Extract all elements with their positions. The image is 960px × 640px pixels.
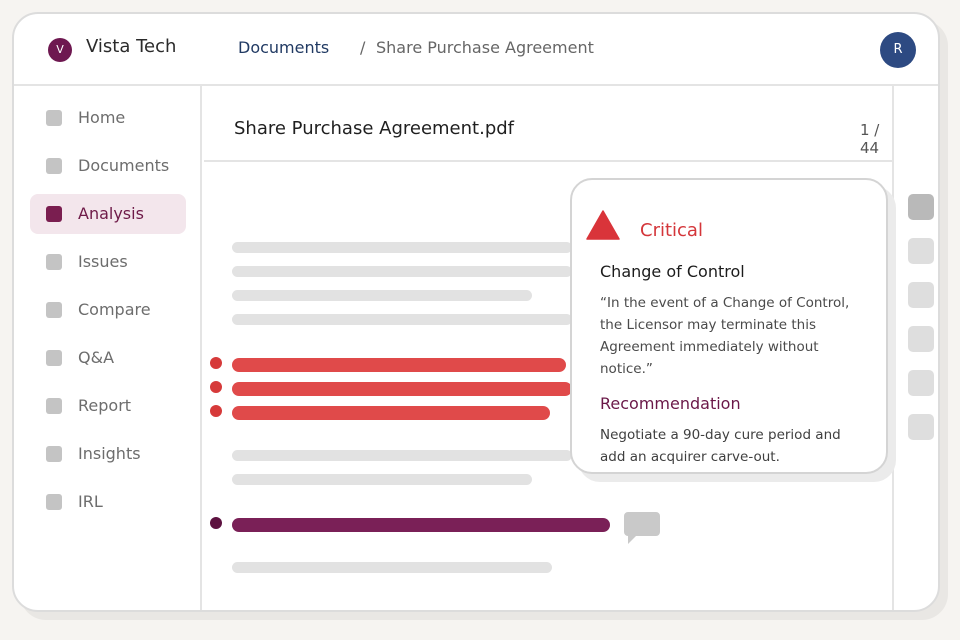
text-line <box>232 450 572 461</box>
comment-bubble-icon[interactable] <box>624 512 660 544</box>
sidebar-item-label: IRL <box>78 492 103 511</box>
critical-highlight[interactable] <box>232 358 566 372</box>
comment-marker[interactable] <box>210 517 222 529</box>
sidebar-item-issues[interactable]: Issues <box>30 242 186 282</box>
critical-highlight[interactable] <box>232 382 572 396</box>
page-thumbnail[interactable] <box>908 326 934 352</box>
qa-icon <box>46 350 62 366</box>
thumbnail-rail-divider <box>892 86 894 610</box>
page-thumbnail[interactable] <box>908 238 934 264</box>
analysis-icon <box>46 206 62 222</box>
page-thumbnail[interactable] <box>908 282 934 308</box>
brand-name: Vista Tech <box>86 36 177 57</box>
sidebar-item-documents[interactable]: Documents <box>30 146 186 186</box>
critical-highlight[interactable] <box>232 406 550 420</box>
clause-quote: “In the event of a Change of Control, th… <box>600 295 850 377</box>
document-header: Share Purchase Agreement.pdf 1 / 44 <box>204 88 894 162</box>
finding-popover[interactable]: Critical Change of Control “In the event… <box>570 178 888 474</box>
finding-title: Change of Control <box>600 262 745 281</box>
page-thumbnail[interactable] <box>908 194 934 220</box>
top-bar: V Vista Tech Documents / Share Purchase … <box>14 14 938 86</box>
text-line <box>232 266 572 277</box>
text-line <box>232 242 572 253</box>
breadcrumb-documents-link[interactable]: Documents <box>238 38 329 57</box>
documents-icon <box>46 158 62 174</box>
sidebar-item-label: Compare <box>78 300 151 319</box>
user-avatar[interactable]: R <box>880 32 916 68</box>
sidebar-item-label: Home <box>78 108 126 127</box>
commented-highlight[interactable] <box>232 518 610 532</box>
severity-badge: Critical <box>640 220 703 241</box>
warning-triangle-icon <box>586 210 620 240</box>
compare-icon <box>46 302 62 318</box>
sidebar-item-report[interactable]: Report <box>30 386 186 426</box>
home-icon <box>46 110 62 126</box>
sidebar-item-label: Analysis <box>78 204 144 223</box>
page-thumbnail[interactable] <box>908 414 934 440</box>
breadcrumb-current: Share Purchase Agreement <box>376 38 594 57</box>
text-line <box>232 290 532 301</box>
app-window: V Vista Tech Documents / Share Purchase … <box>12 12 940 612</box>
sidebar-item-label: Insights <box>78 444 141 463</box>
text-line <box>232 562 552 573</box>
issues-icon <box>46 254 62 270</box>
sidebar-item-home[interactable]: Home <box>30 98 186 138</box>
vista-logo-icon: V <box>48 38 72 62</box>
sidebar-item-label: Q&A <box>78 348 115 367</box>
issue-marker[interactable] <box>210 405 222 417</box>
insights-icon <box>46 446 62 462</box>
page-thumbnail[interactable] <box>908 370 934 396</box>
sidebar-item-label: Report <box>78 396 132 415</box>
text-line <box>232 314 572 325</box>
sidebar-item-qa[interactable]: Q&A <box>30 338 186 378</box>
recommendation-text: Negotiate a 90-day cure period and add a… <box>600 427 841 465</box>
recommendation-heading: Recommendation <box>600 394 741 413</box>
sidebar-item-insights[interactable]: Insights <box>30 434 186 474</box>
issue-marker[interactable] <box>210 381 222 393</box>
sidebar-item-label: Documents <box>78 156 170 175</box>
issue-marker[interactable] <box>210 357 222 369</box>
sidebar-item-label: Issues <box>78 252 128 271</box>
document-title: Share Purchase Agreement.pdf <box>234 118 515 139</box>
sidebar-item-irl[interactable]: IRL <box>30 482 186 522</box>
irl-icon <box>46 494 62 510</box>
breadcrumb-separator: / <box>360 38 366 57</box>
sidebar-item-analysis[interactable]: Analysis <box>30 194 186 234</box>
sidebar: Home Documents Analysis Issues Compare Q… <box>14 86 202 610</box>
sidebar-item-compare[interactable]: Compare <box>30 290 186 330</box>
report-icon <box>46 398 62 414</box>
text-line <box>232 474 532 485</box>
page-indicator: 1 / 44 <box>860 121 880 157</box>
